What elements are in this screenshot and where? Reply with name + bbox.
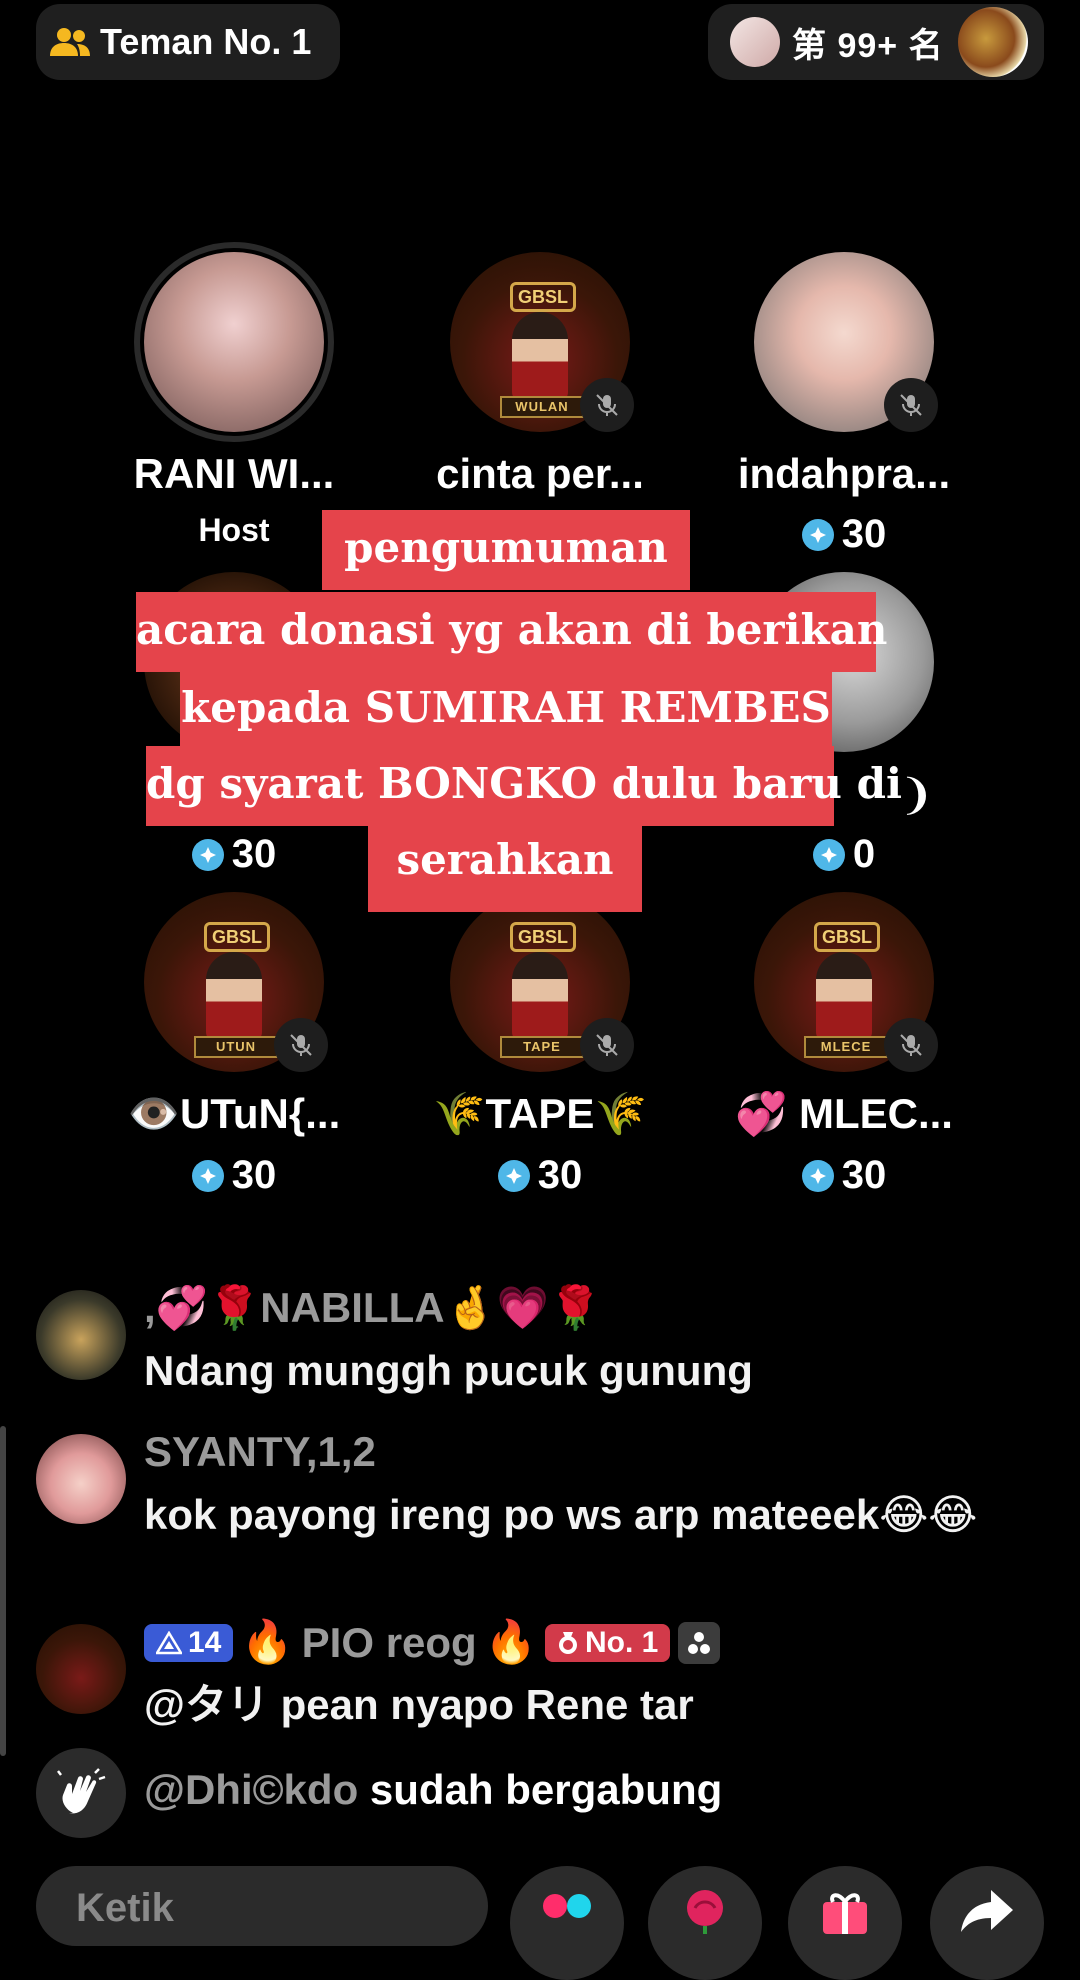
commenter-name-row[interactable]: 14 🔥 PIO reog 🔥 No. 1 [144,1618,721,1667]
rank-badge: No. 1 [545,1623,671,1662]
effects-button[interactable] [510,1866,624,1980]
name-plate: TAPE [500,1036,584,1058]
joined-user[interactable]: @Dhi©kdo [144,1766,358,1813]
avatar [134,242,334,442]
gem-icon [812,838,845,871]
seat-name: 🌾TAPE🌾 [433,1090,647,1137]
group-icon [678,1621,721,1664]
medal-icon [559,1631,578,1654]
commenter-avatar [36,1624,126,1714]
mic-off-icon [884,1018,938,1072]
fire-emoji: 🔥 [484,1618,538,1665]
commenter-name: PIO reog [301,1618,477,1666]
commenter-avatar [36,1434,126,1524]
name-plate: UTUN [194,1036,278,1058]
gbsl-logo: GBSL [510,282,576,312]
comment-text: @タリ pean nyapo Rene tar [144,1681,694,1728]
seat-score: 30 [694,512,994,557]
chat-scrollbar[interactable] [0,1426,6,1756]
team-rank-pill[interactable]: Teman No. 1 [36,4,340,80]
gem-icon [191,838,224,871]
chat-comment[interactable]: SYANTY,1,2 kok payong ireng po ws arp ma… [36,1428,1046,1594]
seat-3[interactable]: indahpra... 30 [694,252,994,557]
announcement-line-4: dg syarat BONGKO dulu baru di [146,746,902,826]
comment-text: Ndang munggh pucuk gunung [144,1347,753,1394]
chat-comment[interactable]: 14 🔥 PIO reog 🔥 No. 1 @タリ pean nyapo Ren… [36,1618,1046,1734]
level-badge: 14 [144,1623,234,1662]
commenter-name[interactable]: ,💞🌹NABILLA🤞💗🌹 [144,1284,601,1333]
comment-text: kok payong ireng po ws arp mateeek😂😂 [144,1491,978,1538]
gem-icon [801,518,834,551]
name-plate: MLECE [804,1036,888,1058]
wave-hand-icon[interactable] [36,1748,126,1838]
announcement-line-3: kepada SUMIRAH REMBES [180,670,832,750]
join-text: sudah bergabung [369,1766,723,1813]
comment-input[interactable]: Ketik [36,1866,488,1946]
level-icon [156,1630,182,1654]
announcement-line-1: pengumuman [322,510,690,590]
chat-comment[interactable]: ,💞🌹NABILLA🤞💗🌹 Ndang munggh pucuk gunung [36,1284,1046,1400]
gbsl-logo: GBSL [510,922,576,952]
share-button[interactable] [930,1866,1044,1980]
rose-button[interactable] [648,1866,762,1980]
seat-name: 💞 MLEC... [735,1090,953,1137]
seat-9[interactable]: GBSL MLECE 💞 MLEC... 30 [694,892,994,1198]
rank-label: 第 99+ 名 [792,26,944,65]
gbsl-logo: GBSL [204,922,270,952]
host-avatar [730,17,780,67]
gbsl-logo: GBSL [814,922,880,952]
gem-icon [191,1159,224,1192]
rose-icon [687,1890,723,1934]
food-avatar [957,7,1028,77]
gift-button[interactable] [788,1866,902,1980]
seat-host[interactable]: RANI WI... Host [84,242,384,549]
announcement-line-2: acara donasi yg akan di berikan [136,592,887,672]
seat-name: 👁️UTuN{... [127,1090,341,1137]
seat-name: cinta per... [436,450,644,497]
mic-off-icon [580,378,634,432]
seat-name: RANI WI... [133,450,335,497]
dots-icon [543,1894,591,1918]
commenter-avatar [36,1290,126,1380]
seat-score: 0 [694,832,994,877]
gem-icon [497,1159,530,1192]
seat-8[interactable]: GBSL TAPE 🌾TAPE🌾 30 [390,892,690,1198]
fire-emoji: 🔥 [241,1618,294,1665]
gem-icon [801,1159,834,1192]
people-icon [50,24,90,60]
seat-score: 30 [84,1153,384,1198]
seat-score: 30 [84,832,384,877]
name-plate: WULAN [500,396,584,418]
mic-off-icon [884,378,938,432]
gift-icon [823,1893,867,1934]
team-label: Teman No. 1 [100,21,312,62]
commenter-name[interactable]: SYANTY,1,2 [144,1428,376,1476]
ranking-pill[interactable]: 第 99+ 名 [708,4,1044,80]
mic-off-icon [580,1018,634,1072]
seat-name: indahpra... [737,450,951,497]
seat-score: 30 [694,1153,994,1198]
mic-off-icon [274,1018,328,1072]
seat-7[interactable]: GBSL UTUN 👁️UTuN{... 30 [84,892,384,1198]
seat-2[interactable]: GBSL WULAN cinta per... [390,252,690,498]
seat-score: 30 [390,1153,690,1198]
announcement-line-5: serahkan [368,822,642,912]
comment-placeholder: Ketik [76,1886,174,1930]
share-icon [961,1890,1013,1932]
